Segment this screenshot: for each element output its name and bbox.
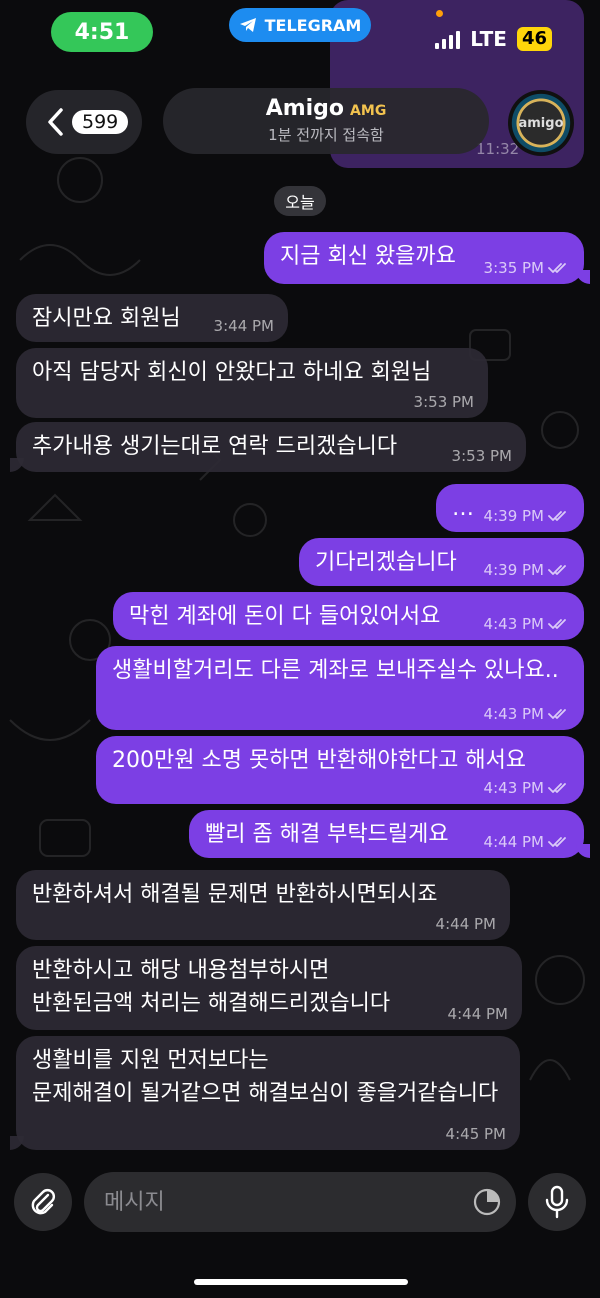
message-text: 빨리 좀 해결 부탁드릴게요 bbox=[205, 822, 449, 847]
outgoing-message[interactable]: 지금 회신 왔을까요 3:35 PM bbox=[264, 232, 590, 284]
outgoing-message[interactable]: 200만원 소명 못하면 반환해야한다고 해서요 4:43 PM bbox=[96, 736, 584, 804]
message-text: … bbox=[452, 496, 474, 521]
message-input-field[interactable] bbox=[84, 1172, 516, 1232]
contact-name: Amigo bbox=[265, 96, 345, 121]
chevron-left-icon bbox=[48, 108, 63, 136]
incoming-message[interactable]: 반환하시고 해당 내용첨부하시면 반환된금액 처리는 해결해드리겠습니다 4:44… bbox=[16, 946, 522, 1030]
incoming-message[interactable]: 아직 담당자 회신이 안왔다고 하네요 회원님 3:53 PM bbox=[16, 348, 488, 418]
message-time: 4:43 PM bbox=[483, 705, 544, 723]
date-separator: 오늘 bbox=[274, 186, 326, 216]
outgoing-message[interactable]: 기다리겠습니다 4:39 PM bbox=[299, 538, 584, 586]
message-meta: 3:53 PM bbox=[452, 447, 512, 465]
double-check-icon bbox=[548, 837, 566, 847]
incoming-message[interactable]: 잠시만요 회원님 3:44 PM bbox=[16, 294, 288, 342]
app-indicator-label: TELEGRAM bbox=[264, 15, 362, 35]
message-time: 4:44 PM bbox=[447, 1005, 508, 1023]
privacy-indicator-dot bbox=[436, 10, 443, 17]
double-check-icon bbox=[548, 709, 566, 719]
message-time: 4:43 PM bbox=[483, 615, 544, 633]
message-time: 4:45 PM bbox=[445, 1125, 506, 1143]
message-text: 200만원 소명 못하면 반환해야한다고 해서요 bbox=[112, 748, 527, 773]
message-text: 막힌 계좌에 돈이 다 들어있어서요 bbox=[129, 604, 441, 629]
avatar-text: amigo bbox=[518, 115, 564, 131]
outgoing-message[interactable]: 생활비할거리도 다른 계좌로 보내주실수 있나요.. 4:43 PM bbox=[96, 646, 584, 730]
double-check-icon bbox=[548, 565, 566, 575]
message-time: 3:53 PM bbox=[451, 447, 512, 465]
message-meta: 4:43 PM bbox=[484, 779, 570, 797]
message-text: 반환하시고 해당 내용첨부하시면 반환된금액 처리는 해결해드리겠습니다 bbox=[32, 958, 391, 1016]
message-time: 3:35 PM bbox=[483, 259, 544, 277]
message-time: 4:39 PM bbox=[483, 507, 544, 525]
telegram-app-indicator[interactable]: TELEGRAM bbox=[229, 8, 371, 42]
outgoing-message[interactable]: … 4:39 PM bbox=[436, 484, 584, 532]
battery-icon: 46 bbox=[516, 27, 552, 51]
message-meta: 4:39 PM bbox=[484, 561, 570, 579]
unread-count-badge: 599 bbox=[72, 110, 129, 134]
double-check-icon bbox=[548, 619, 566, 629]
attach-button[interactable] bbox=[14, 1173, 72, 1231]
message-meta: 4:45 PM bbox=[446, 1125, 506, 1143]
message-meta: 3:53 PM bbox=[414, 393, 474, 411]
message-meta: 4:43 PM bbox=[484, 615, 570, 633]
message-meta: 4:43 PM bbox=[484, 705, 570, 723]
last-seen-status: 1분 전까지 접속함 bbox=[268, 126, 384, 144]
message-text: 아직 담당자 회신이 안왔다고 하네요 회원님 bbox=[32, 360, 432, 385]
message-meta: 4:39 PM bbox=[484, 507, 570, 525]
incoming-message[interactable]: 반환하셔서 해결될 문제면 반환하시면되시죠 4:44 PM bbox=[16, 870, 510, 940]
double-check-icon bbox=[548, 783, 566, 793]
incoming-message[interactable]: 생활비를 지원 먼저보다는 문제해결이 될거같으면 해결보심이 좋을거같습니다 4… bbox=[10, 1036, 520, 1150]
message-meta: 4:44 PM bbox=[448, 1005, 508, 1023]
message-time: 3:44 PM bbox=[213, 317, 274, 335]
message-text: 잠시만요 회원님 bbox=[32, 306, 181, 331]
home-indicator[interactable] bbox=[194, 1279, 408, 1285]
signal-icon bbox=[435, 29, 461, 49]
message-text: 지금 회신 왔을까요 bbox=[280, 244, 456, 269]
message-text: 반환하셔서 해결될 문제면 반환하시면되시죠 bbox=[32, 882, 438, 907]
outgoing-message[interactable]: 막힌 계좌에 돈이 다 들어있어서요 4:43 PM bbox=[113, 592, 584, 640]
message-meta: 3:44 PM bbox=[214, 317, 274, 335]
message-text: 생활비할거리도 다른 계좌로 보내주실수 있나요.. bbox=[112, 658, 559, 683]
message-time: 4:43 PM bbox=[483, 779, 544, 797]
double-check-icon bbox=[548, 263, 566, 273]
message-text: 추가내용 생기는대로 연락 드리겠습니다 bbox=[32, 434, 398, 459]
chat-title[interactable]: Amigo AMG 1분 전까지 접속함 bbox=[163, 88, 489, 154]
telegram-plane-icon bbox=[239, 18, 256, 32]
message-time: 3:53 PM bbox=[413, 393, 474, 411]
message-time: 4:44 PM bbox=[483, 833, 544, 851]
message-meta: 4:44 PM bbox=[436, 915, 496, 933]
sticker-icon[interactable] bbox=[472, 1187, 502, 1217]
message-text: 생활비를 지원 먼저보다는 문제해결이 될거같으면 해결보심이 좋을거같습니다 bbox=[32, 1048, 499, 1106]
message-time: 4:39 PM bbox=[483, 561, 544, 579]
voice-message-button[interactable] bbox=[528, 1173, 586, 1231]
paperclip-icon bbox=[31, 1189, 55, 1215]
back-button[interactable]: 599 bbox=[26, 90, 142, 154]
network-type: LTE bbox=[470, 27, 507, 51]
microphone-icon bbox=[545, 1185, 569, 1219]
status-time[interactable]: 4:51 bbox=[51, 12, 153, 52]
status-right-group: LTE 46 bbox=[435, 27, 552, 51]
avatar[interactable]: amigo bbox=[508, 90, 574, 156]
outgoing-message[interactable]: 빨리 좀 해결 부탁드릴게요 4:44 PM bbox=[189, 810, 590, 858]
double-check-icon bbox=[548, 511, 566, 521]
message-meta: 3:35 PM bbox=[484, 259, 570, 277]
incoming-message[interactable]: 추가내용 생기는대로 연락 드리겠습니다 3:53 PM bbox=[10, 422, 526, 472]
message-time: 4:44 PM bbox=[435, 915, 496, 933]
contact-badge: AMG bbox=[350, 102, 387, 119]
message-text: 기다리겠습니다 bbox=[315, 550, 457, 575]
message-meta: 4:44 PM bbox=[484, 833, 570, 851]
message-input[interactable] bbox=[102, 1188, 466, 1216]
